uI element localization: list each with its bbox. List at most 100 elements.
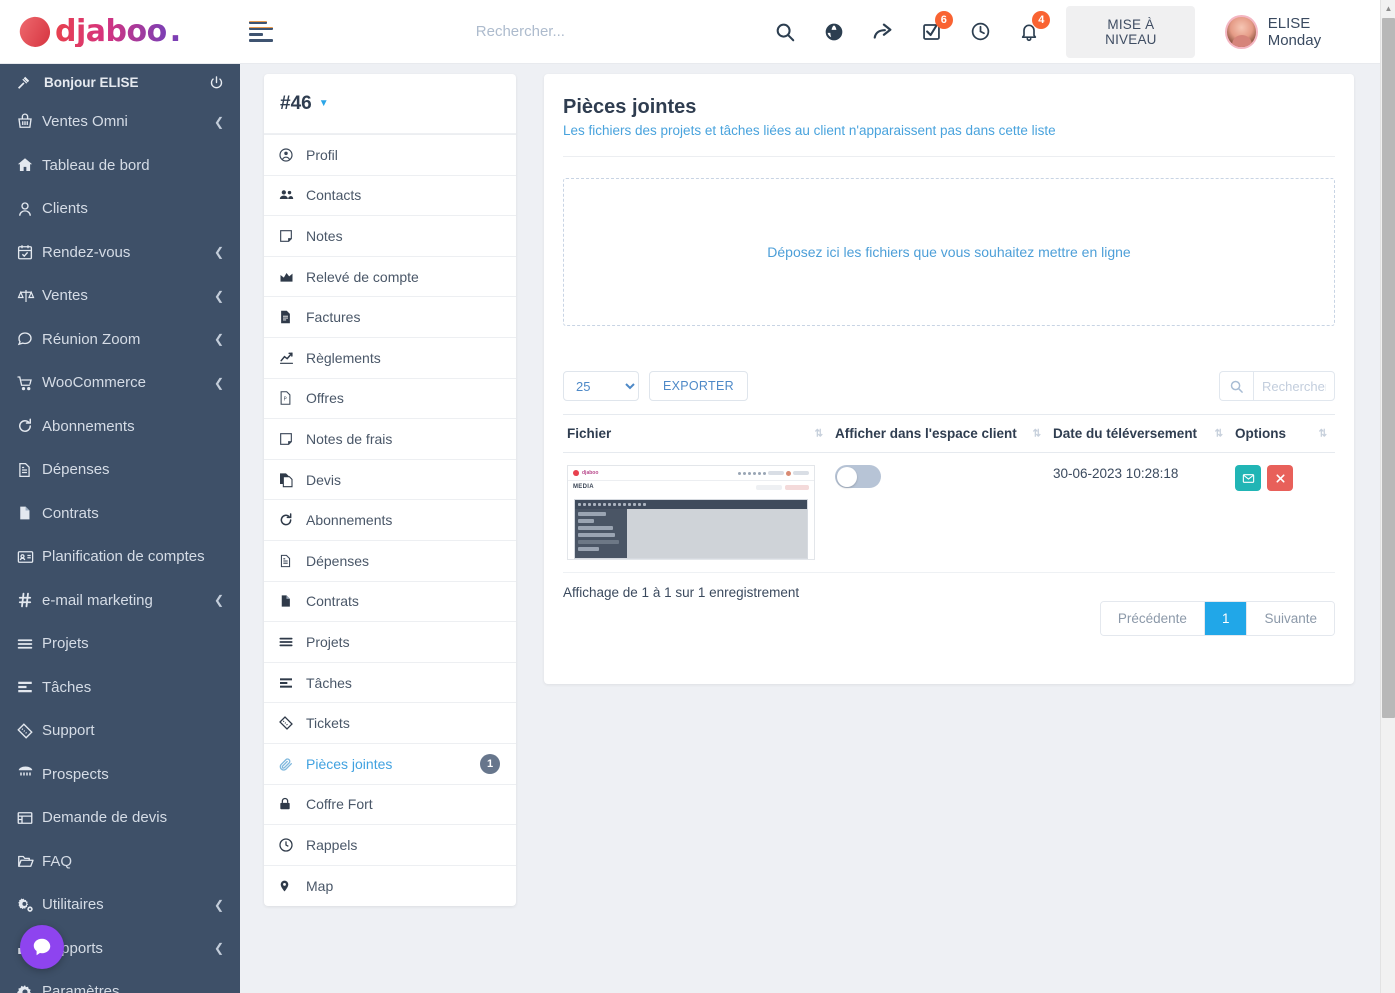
pagination-next[interactable]: Suivante	[1247, 602, 1334, 635]
sidebar-label: WooCommerce	[42, 374, 146, 392]
sidebar-item-depenses[interactable]: Dépenses	[0, 448, 240, 492]
check-square-icon[interactable]: 6	[920, 10, 953, 44]
col-label: Options	[1235, 426, 1286, 441]
sidebar-item-reunion-zoom[interactable]: Réunion Zoom ❮	[0, 318, 240, 362]
sidebar-item-utilitaires[interactable]: Utilitaires ❮	[0, 883, 240, 927]
clock-icon[interactable]	[969, 20, 992, 44]
nav-item-notes-de-frais[interactable]: Notes de frais	[264, 419, 516, 460]
sidebar-label: Demande de devis	[42, 809, 168, 827]
sidebar-item-clients[interactable]: Clients	[0, 187, 240, 231]
nav-label: Factures	[306, 309, 361, 326]
nav-item-taches[interactable]: Tâches	[264, 663, 516, 704]
sidebar-item-taches[interactable]: Tâches	[0, 666, 240, 710]
pagination-previous[interactable]: Précédente	[1100, 602, 1205, 635]
nav-item-contacts[interactable]: Contacts	[264, 176, 516, 217]
sidebar-label: Support	[42, 722, 95, 740]
pagination-page-1[interactable]: 1	[1204, 602, 1248, 635]
share-arrow-icon[interactable]	[871, 20, 894, 44]
sidebar-item-woocommerce[interactable]: WooCommerce ❮	[0, 361, 240, 405]
sidebar-label: Paramètres	[42, 983, 120, 993]
toggle-knob	[837, 466, 857, 487]
sidebar-item-ventes-omni[interactable]: Ventes Omni ❮	[0, 100, 240, 144]
file-icon	[16, 504, 42, 522]
column-header-date-televersement[interactable]: Date du téléversement ⇅	[1049, 414, 1231, 453]
nav-item-notes[interactable]: Notes	[264, 216, 516, 257]
nav-item-contrats[interactable]: Contrats	[264, 582, 516, 623]
cell-file: djaboo MEDIA	[563, 452, 831, 573]
nav-item-offres[interactable]: P Offres	[264, 379, 516, 420]
show-in-client-space-toggle[interactable]	[835, 465, 881, 488]
chevron-left-icon: ❮	[213, 941, 224, 956]
sidebar-item-abonnements[interactable]: Abonnements	[0, 405, 240, 449]
hamburger-icon[interactable]	[248, 21, 274, 42]
page-length-select[interactable]: 2550100	[563, 371, 639, 401]
page-title: Pièces jointes	[563, 96, 697, 118]
nav-item-coffre-fort[interactable]: Coffre Fort	[264, 785, 516, 826]
nav-item-depenses[interactable]: Dépenses	[264, 541, 516, 582]
mail-button[interactable]	[1235, 465, 1261, 491]
sidebar-item-contrats[interactable]: Contrats	[0, 492, 240, 536]
nav-item-pieces-jointes[interactable]: Pièces jointes 1	[264, 744, 516, 785]
search-input[interactable]	[473, 22, 774, 41]
export-button[interactable]: EXPORTER	[649, 371, 748, 401]
nav-item-abonnements[interactable]: Abonnements	[264, 500, 516, 541]
scroll-thumb[interactable]	[1382, 18, 1395, 718]
col-label: Date du téléversement	[1053, 426, 1198, 441]
nav-item-reglements[interactable]: Règlements	[264, 338, 516, 379]
page-scrollbar[interactable]: ▲	[1380, 0, 1395, 993]
brand-logo[interactable]: djaboo .	[0, 0, 233, 64]
sidebar-item-support[interactable]: Support	[0, 709, 240, 753]
nav-item-releve-de-compte[interactable]: Relevé de compte	[264, 257, 516, 298]
nav-item-devis[interactable]: Devis	[264, 460, 516, 501]
sidebar-item-parametres[interactable]: Paramètres	[0, 970, 240, 993]
nav-item-map[interactable]: Map	[264, 866, 516, 907]
chat-widget-button[interactable]	[20, 925, 64, 969]
sidebar-item-demande-de-devis[interactable]: Demande de devis	[0, 796, 240, 840]
chevron-left-icon: ❮	[213, 245, 224, 260]
upgrade-button[interactable]: MISE À NIVEAU	[1066, 5, 1196, 58]
nav-item-profil[interactable]: Profil	[264, 135, 516, 176]
cell-show-in-client-space	[831, 452, 1049, 573]
sort-icon: ⇅	[1318, 428, 1327, 439]
profile-circle-icon	[278, 147, 306, 163]
chevron-left-icon: ❮	[213, 288, 224, 303]
table-search-input[interactable]	[1253, 371, 1335, 401]
sidebar-item-planification-de-comptes[interactable]: Planification de comptes	[0, 535, 240, 579]
nav-label: Offres	[306, 390, 344, 407]
bell-icon[interactable]: 4	[1018, 10, 1051, 44]
search-icon[interactable]	[774, 20, 797, 44]
sidebar-label: FAQ	[42, 852, 73, 870]
nav-item-factures[interactable]: Factures	[264, 297, 516, 338]
sidebar-item-projets[interactable]: Projets	[0, 622, 240, 666]
sidebar-item-ventes[interactable]: Ventes ❮	[0, 274, 240, 318]
check-badge: 6	[934, 10, 953, 29]
delete-button[interactable]	[1267, 465, 1293, 491]
globe-icon[interactable]	[823, 20, 846, 44]
sidebar-item-e-mail-marketing[interactable]: e-mail marketing ❮	[0, 579, 240, 623]
attachments-table: Fichier ⇅ Afficher dans l'espace client …	[563, 414, 1335, 573]
scroll-up-arrow[interactable]: ▲	[1381, 0, 1395, 17]
column-header-afficher-espace-client[interactable]: Afficher dans l'espace client ⇅	[831, 414, 1049, 453]
user-menu[interactable]: ELISE Monday	[1225, 14, 1362, 49]
sidebar-item-rendez-vous[interactable]: Rendez-vous ❮	[0, 231, 240, 275]
nav-item-tickets[interactable]: Tickets	[264, 703, 516, 744]
attachment-count-badge: 1	[480, 753, 500, 774]
nav-item-rappels[interactable]: Rappels	[264, 825, 516, 866]
sidebar-item-prospects[interactable]: Prospects	[0, 753, 240, 797]
file-dropzone[interactable]: Déposez ici les fichiers que vous souhai…	[563, 178, 1335, 326]
list-icon	[278, 675, 306, 691]
divider	[563, 156, 1335, 157]
ticket-icon	[278, 715, 306, 731]
client-id-dropdown[interactable]: #46 ▼	[264, 74, 516, 134]
column-header-options[interactable]: Options ⇅	[1231, 414, 1335, 453]
sidebar-label: Réunion Zoom	[42, 330, 141, 348]
file-thumbnail[interactable]: djaboo MEDIA	[567, 465, 815, 560]
sidebar-label: Utilitaires	[42, 896, 104, 914]
sidebar-item-faq[interactable]: FAQ	[0, 840, 240, 884]
power-icon[interactable]	[209, 75, 224, 90]
sidebar-label: Planification de comptes	[42, 548, 205, 566]
nav-item-projets[interactable]: Projets	[264, 622, 516, 663]
page-subtitle: Les fichiers des projets et tâches liées…	[563, 123, 1056, 138]
sidebar-item-tableau-de-bord[interactable]: Tableau de bord	[0, 144, 240, 188]
column-header-fichier[interactable]: Fichier ⇅	[563, 414, 831, 453]
